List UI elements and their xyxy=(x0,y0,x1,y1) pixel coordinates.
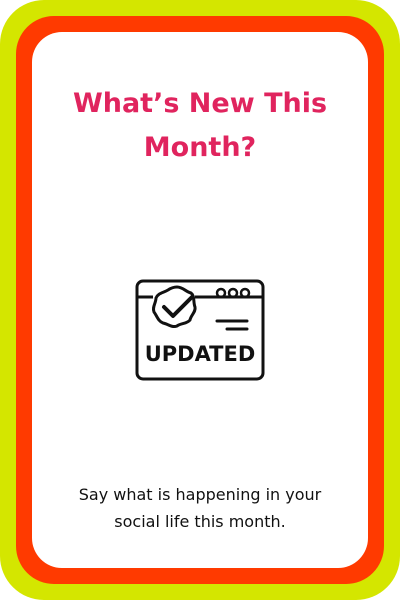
card-title: What’s New This Month? xyxy=(72,88,328,163)
check-seal-icon xyxy=(151,285,197,329)
updated-badge-text: UPDATED xyxy=(145,342,256,366)
card-caption: Say what is happening in your social lif… xyxy=(78,485,322,531)
updated-browser-icon: UPDATED xyxy=(135,279,265,381)
